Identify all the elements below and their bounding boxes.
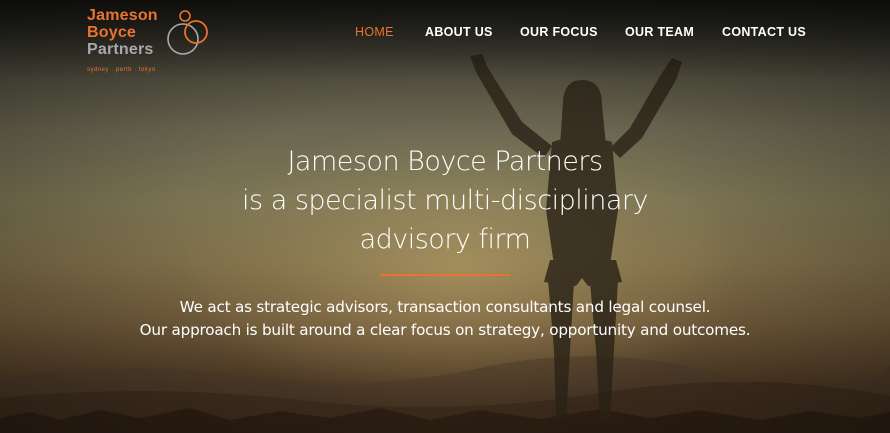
nav-home[interactable]: HOME <box>355 25 394 39</box>
headline-line-1: Jameson Boyce Partners <box>287 146 603 177</box>
headline-line-3: advisory firm <box>359 224 531 255</box>
company-logo[interactable]: Jameson Boyce Partners sydney · perth · … <box>87 7 227 77</box>
nav-contact-us[interactable]: CONTACT US <box>722 25 806 39</box>
logo-tagline: sydney · perth · tokyo <box>87 67 156 73</box>
hero-description: We act as strategic advisors, transactio… <box>100 296 790 342</box>
headline-line-2: is a specialist multi-disciplinary <box>242 185 648 216</box>
nav-our-focus[interactable]: OUR FOCUS <box>520 25 598 39</box>
nav-our-team[interactable]: OUR TEAM <box>625 25 694 39</box>
description-line-2: Our approach is built around a clear foc… <box>139 321 751 339</box>
headline-divider <box>380 274 510 276</box>
nav-about-us[interactable]: ABOUT US <box>425 25 493 39</box>
logo-circles-icon <box>167 10 208 55</box>
description-line-1: We act as strategic advisors, transactio… <box>179 298 711 316</box>
hero-section: Jameson Boyce Partners sydney · perth · … <box>0 0 890 433</box>
hero-headline: Jameson Boyce Partners is a specialist m… <box>180 142 710 259</box>
